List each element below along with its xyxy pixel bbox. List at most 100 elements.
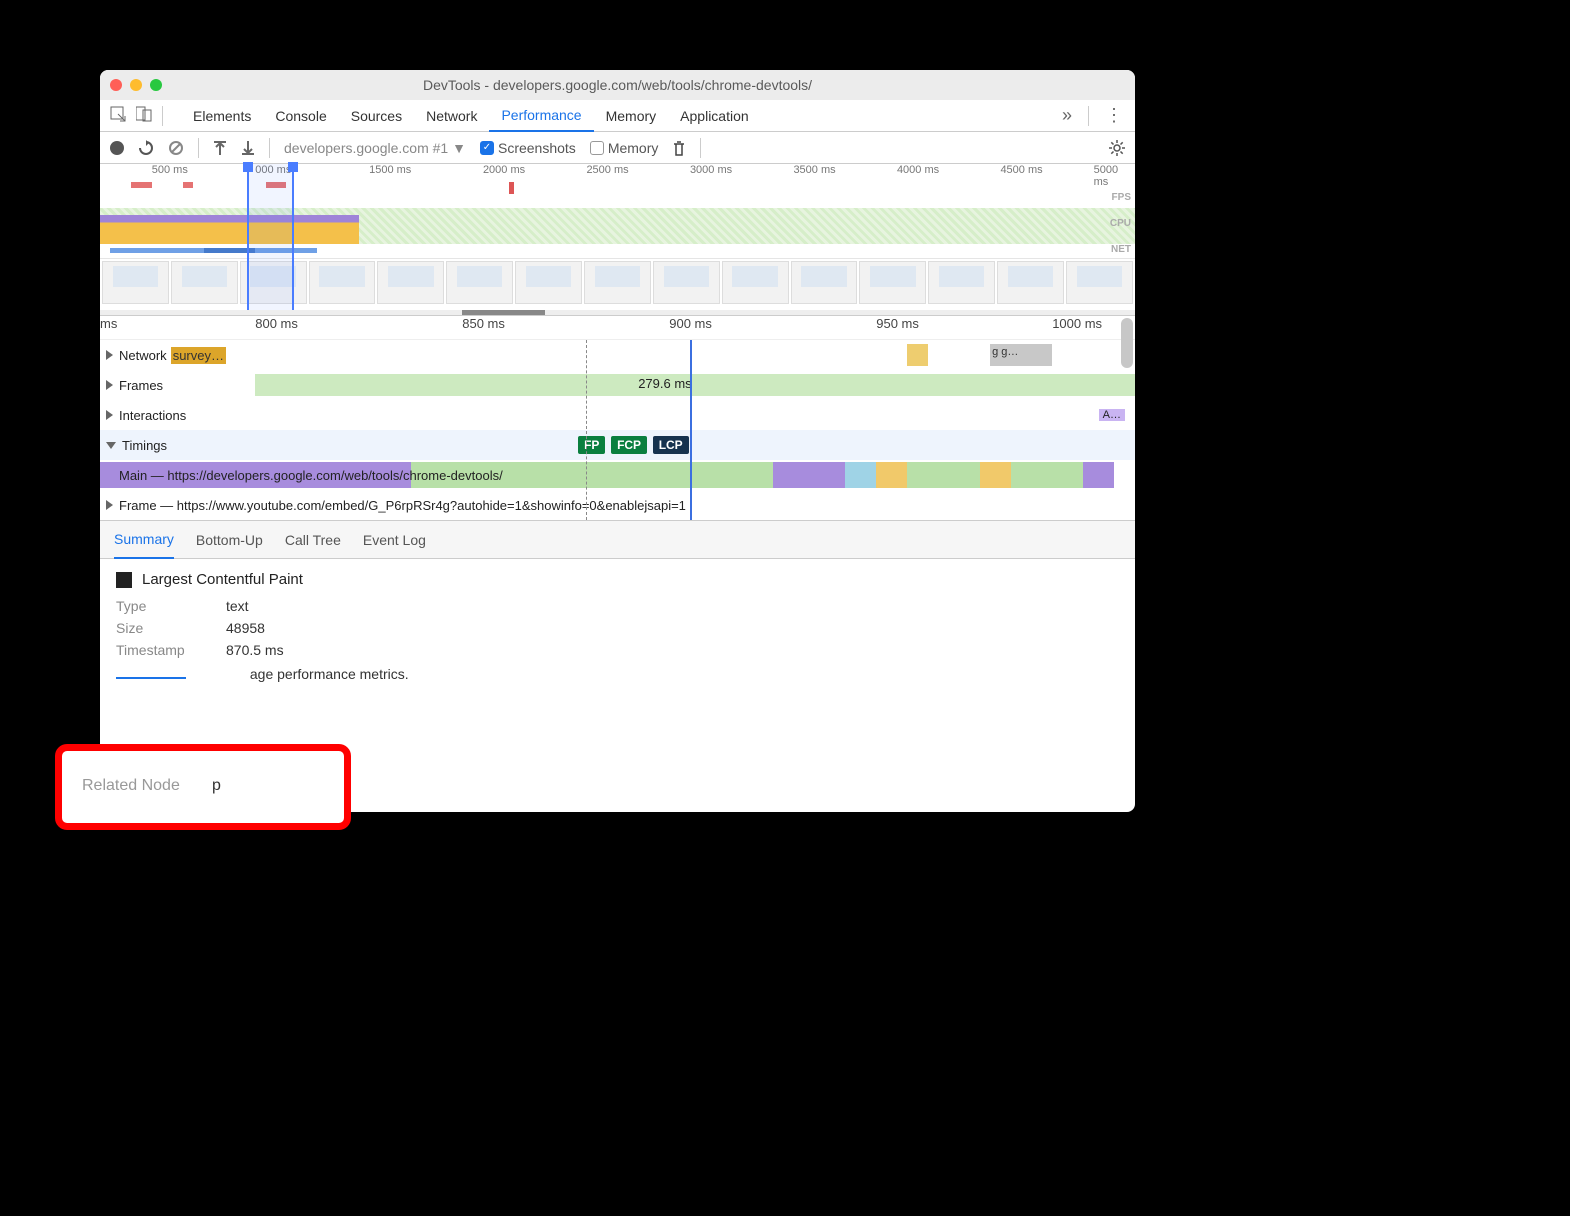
timings-row[interactable]: Timings FP FCP LCP <box>100 430 1135 460</box>
tick: 500 ms <box>152 164 188 176</box>
overview-selection[interactable] <box>247 164 294 315</box>
tick: 850 ms <box>462 316 505 331</box>
collect-garbage-icon[interactable] <box>672 140 686 156</box>
filmstrip-frame[interactable] <box>309 261 376 304</box>
record-button[interactable] <box>110 141 124 155</box>
filmstrip-frame[interactable] <box>859 261 926 304</box>
tick: 2000 ms <box>483 164 525 176</box>
clear-icon[interactable] <box>168 140 184 156</box>
frame-bar[interactable] <box>255 374 1135 396</box>
lane-label: CPU <box>1110 218 1131 229</box>
tab-performance[interactable]: Performance <box>489 100 593 132</box>
row-label: Network <box>119 348 167 363</box>
interactions-row[interactable]: Interactions A… <box>100 400 1135 430</box>
network-block[interactable]: g g… <box>990 344 1052 366</box>
disclosure-triangle-icon[interactable] <box>106 380 113 390</box>
label: Size <box>116 620 216 636</box>
screenshots-checkbox[interactable]: ✓Screenshots <box>480 140 576 156</box>
tick: 4000 ms <box>897 164 939 176</box>
divider <box>269 138 270 158</box>
main-ruler: ms 800 ms 850 ms 900 ms 950 ms 1000 ms <box>100 316 1135 340</box>
overview-timeline[interactable]: 500 ms 000 ms 1500 ms 2000 ms 2500 ms 30… <box>100 164 1135 316</box>
tab-console[interactable]: Console <box>263 100 338 132</box>
network-row[interactable]: Network survey… g g… <box>100 340 1135 370</box>
filmstrip-frame[interactable] <box>722 261 789 304</box>
kebab-menu-icon[interactable]: ⋮ <box>1105 105 1121 126</box>
annotation-highlight: Related Node p <box>55 744 351 830</box>
main-thread-row[interactable]: Main — https://developers.google.com/web… <box>100 460 1135 490</box>
disclosure-triangle-down-icon[interactable] <box>106 442 116 449</box>
tab-sources[interactable]: Sources <box>339 100 414 132</box>
load-profile-icon[interactable] <box>213 141 227 155</box>
overview-scrollbar[interactable] <box>100 310 1135 315</box>
titlebar: DevTools - developers.google.com/web/too… <box>100 70 1135 100</box>
label: Related Node <box>82 777 202 795</box>
task-bar[interactable] <box>845 462 876 488</box>
details-tabs: Summary Bottom-Up Call Tree Event Log <box>100 521 1135 559</box>
network-item[interactable]: survey… <box>171 347 226 364</box>
tick: 950 ms <box>876 316 919 331</box>
filmstrip-frame[interactable] <box>653 261 720 304</box>
save-profile-icon[interactable] <box>241 141 255 155</box>
filmstrip-frame[interactable] <box>1066 261 1133 304</box>
lane-label: NET <box>1111 244 1131 255</box>
timing-badges: FP FCP LCP <box>576 436 689 454</box>
more-tabs-icon[interactable]: » <box>1062 105 1072 126</box>
filmstrip-frame[interactable] <box>102 261 169 304</box>
memory-checkbox[interactable]: Memory <box>590 140 659 156</box>
disclosure-triangle-icon[interactable] <box>106 410 113 420</box>
timing-fp[interactable]: FP <box>578 436 605 454</box>
current-time-marker[interactable] <box>690 340 692 520</box>
recording-selector[interactable]: developers.google.com #1 ▼ <box>284 140 466 156</box>
disclosure-triangle-icon[interactable] <box>106 350 113 360</box>
inspect-icon[interactable] <box>110 106 126 126</box>
disclosure-triangle-icon[interactable] <box>106 500 113 510</box>
task-bar[interactable] <box>876 462 907 488</box>
device-toggle-icon[interactable] <box>136 106 152 126</box>
row-label: Frame — https://www.youtube.com/embed/G_… <box>119 498 686 513</box>
label: Type <box>116 598 216 614</box>
tab-memory[interactable]: Memory <box>594 100 669 132</box>
timing-fcp[interactable]: FCP <box>611 436 647 454</box>
tab-bottom-up[interactable]: Bottom-Up <box>196 521 263 559</box>
row-label: Main — https://developers.google.com/web… <box>119 468 503 483</box>
filmstrip-frame[interactable] <box>997 261 1064 304</box>
filmstrip-frame[interactable] <box>515 261 582 304</box>
frame-thread-row[interactable]: Frame — https://www.youtube.com/embed/G_… <box>100 490 1135 520</box>
tick: 1500 ms <box>369 164 411 176</box>
tab-summary[interactable]: Summary <box>114 521 174 559</box>
divider <box>700 138 701 158</box>
tab-elements[interactable]: Elements <box>181 100 263 132</box>
filmstrip-frame[interactable] <box>791 261 858 304</box>
settings-icon[interactable] <box>1109 140 1125 156</box>
tab-network[interactable]: Network <box>414 100 489 132</box>
filmstrip-frame[interactable] <box>446 261 513 304</box>
task-bar[interactable] <box>907 462 979 488</box>
tab-application[interactable]: Application <box>668 100 761 132</box>
task-bar[interactable] <box>1011 462 1083 488</box>
task-bar[interactable] <box>980 462 1011 488</box>
interaction-item[interactable]: A… <box>1099 409 1125 421</box>
text-fragment: age performance metrics. <box>250 666 409 682</box>
filmstrip-frame[interactable] <box>171 261 238 304</box>
task-bar[interactable] <box>1083 462 1114 488</box>
task-bar[interactable] <box>773 462 845 488</box>
value: text <box>226 598 249 614</box>
filmstrip-frame[interactable] <box>584 261 651 304</box>
row-label: Interactions <box>119 408 186 423</box>
reload-record-icon[interactable] <box>138 140 154 156</box>
main-timeline: ms 800 ms 850 ms 900 ms 950 ms 1000 ms N… <box>100 316 1135 521</box>
timing-lcp[interactable]: LCP <box>653 436 689 454</box>
frames-row[interactable]: Frames 279.6 ms <box>100 370 1135 400</box>
time-marker-dashed <box>586 340 587 520</box>
window-title: DevTools - developers.google.com/web/too… <box>100 77 1135 93</box>
related-node-link[interactable]: p <box>212 777 221 795</box>
devtools-window: DevTools - developers.google.com/web/too… <box>100 70 1135 812</box>
tab-event-log[interactable]: Event Log <box>363 521 426 559</box>
network-block[interactable] <box>907 344 928 366</box>
tab-call-tree[interactable]: Call Tree <box>285 521 341 559</box>
filmstrip-frame[interactable] <box>377 261 444 304</box>
row-label: Timings <box>122 438 167 453</box>
tick: 2500 ms <box>586 164 628 176</box>
filmstrip-frame[interactable] <box>928 261 995 304</box>
